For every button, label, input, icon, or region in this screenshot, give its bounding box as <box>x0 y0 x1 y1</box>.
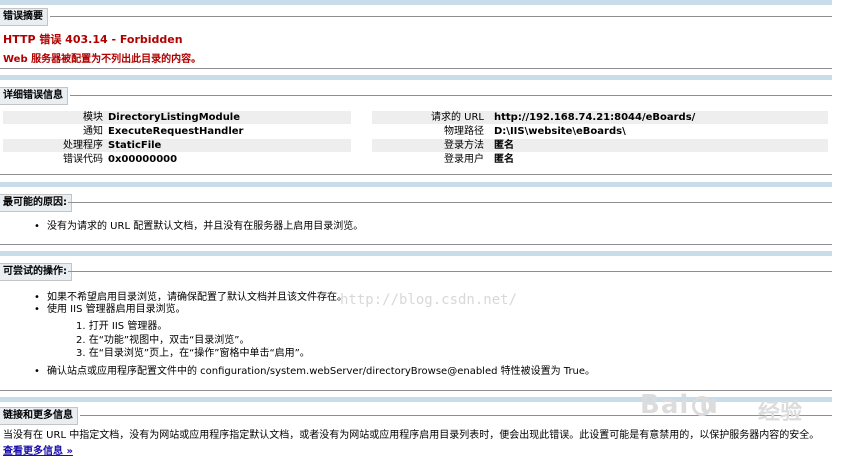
actions-heading: 可尝试的操作: <box>0 263 72 281</box>
summary-header: 错误摘要 <box>0 8 832 26</box>
actions-section: 可尝试的操作: <box>0 263 832 281</box>
detail-key: 物理路径 <box>444 126 484 137</box>
bullet-icon: • <box>34 366 40 377</box>
error-title: HTTP 错误 403.14 - Forbidden <box>3 33 183 46</box>
summary-heading: 错误摘要 <box>0 8 48 26</box>
detail-value: ExecuteRequestHandler <box>108 126 244 137</box>
cause-text: 没有为请求的 URL 配置默认文档，并且没有在服务器上启用目录浏览。 <box>47 221 364 232</box>
detail-key: 处理程序 <box>63 140 103 151</box>
action-text: 确认站点或应用程序配置文件中的 configuration/system.web… <box>47 366 596 377</box>
causes-bottom-rule <box>0 244 832 245</box>
detail-key: 登录用户 <box>444 154 484 165</box>
detail-row-left-3: 处理程序 StaticFile <box>3 139 351 152</box>
csdn-watermark: http://blog.csdn.net/ <box>340 292 518 308</box>
detail-row-left-2: 通知 ExecuteRequestHandler <box>3 125 351 138</box>
detail-row-right-4: 登录用户 匿名 <box>372 153 828 166</box>
action-text: 如果不希望启用目录浏览，请确保配置了默认文档并且该文件存在。 <box>47 292 347 303</box>
more-info-link[interactable]: 查看更多信息 » <box>3 442 73 457</box>
causes-section: 最可能的原因: <box>0 194 832 212</box>
action-step-2: 2. 在“功能”视图中，双击“目录浏览”。 <box>76 335 250 346</box>
summary-bottom-rule <box>0 68 832 69</box>
detail-row-right-2: 物理路径 D:\IIS\website\eBoards\ <box>372 125 828 138</box>
details-section: 详细错误信息 <box>0 87 832 105</box>
detail-row-right-1: 请求的 URL http://192.168.74.21:8044/eBoard… <box>372 111 828 124</box>
detail-row-left-4: 错误代码 0x00000000 <box>3 153 351 166</box>
baidu-jingyan-watermark: Bai u 经验 <box>640 390 810 430</box>
details-heading: 详细错误信息 <box>0 87 68 105</box>
detail-key: 登录方法 <box>444 140 484 151</box>
baidu-paw-icon <box>692 396 712 416</box>
causes-header: 最可能的原因: <box>0 194 832 212</box>
detail-key: 错误代码 <box>63 154 103 165</box>
summary-section: 错误摘要 <box>0 8 832 26</box>
detail-value: StaticFile <box>108 140 162 151</box>
detail-value: DirectoryListingModule <box>108 112 241 123</box>
bullet-icon: • <box>34 221 40 232</box>
details-header: 详细错误信息 <box>0 87 832 105</box>
details-rule <box>70 95 832 96</box>
action-step-3: 3. 在“目录浏览”页上，在“操作”窗格中单击“启用”。 <box>76 348 310 359</box>
bullet-icon: • <box>34 292 40 303</box>
section-band-details <box>0 75 832 80</box>
action-text: 使用 IIS 管理器启用目录浏览。 <box>47 304 186 315</box>
jingyan-text: 经验 <box>758 400 803 425</box>
detail-value: 0x00000000 <box>108 154 178 165</box>
details-bottom-rule <box>0 174 832 175</box>
bullet-icon: • <box>34 304 40 315</box>
detail-row-right-3: 登录方法 匿名 <box>372 139 828 152</box>
section-band-actions <box>0 251 832 256</box>
actions-rule <box>68 271 832 272</box>
links-heading: 链接和更多信息 <box>0 407 78 425</box>
detail-key: 请求的 URL <box>430 112 484 123</box>
error-message: Web 服务器被配置为不列出此目录的内容。 <box>3 54 202 65</box>
detail-value: D:\IIS\website\eBoards\ <box>494 126 626 137</box>
detail-row-left-1: 模块 DirectoryListingModule <box>3 111 351 124</box>
causes-heading: 最可能的原因: <box>0 194 72 212</box>
detail-value: http://192.168.74.21:8044/eBoards/ <box>494 112 696 123</box>
detail-value: 匿名 <box>494 140 514 151</box>
detail-key: 通知 <box>83 126 103 137</box>
causes-rule <box>68 202 832 203</box>
detail-key: 模块 <box>83 112 103 123</box>
links-text: 当没有在 URL 中指定文档，没有为网站或应用程序指定默认文档，或者没有为网站或… <box>3 430 820 441</box>
actions-header: 可尝试的操作: <box>0 263 832 281</box>
detail-value: 匿名 <box>494 154 514 165</box>
section-band-top <box>0 0 832 5</box>
summary-rule <box>50 16 832 17</box>
action-step-1: 1. 打开 IIS 管理器。 <box>76 321 168 332</box>
section-band-causes <box>0 182 832 187</box>
